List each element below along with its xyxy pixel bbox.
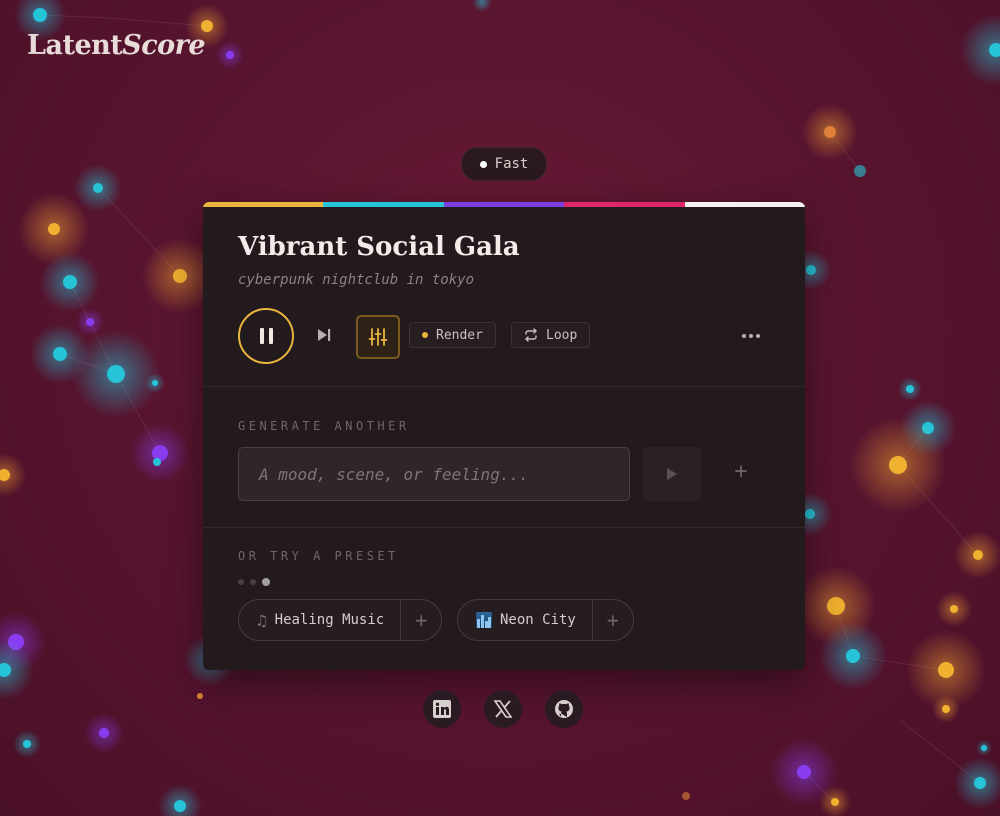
logo-text-score: Score [122,30,206,61]
preset-play-button[interactable]: Neon City [458,600,592,640]
pause-icon [259,328,273,344]
add-icon[interactable]: + [593,608,633,632]
loop-button[interactable]: Loop [511,322,591,348]
mode-toggle[interactable]: Fast [461,147,547,181]
preset-chip: ♫ Healing Music + [238,599,443,641]
pause-button[interactable] [238,308,294,364]
skip-next-icon[interactable] [314,325,334,345]
color-stripe [203,202,805,207]
x-icon [494,700,512,718]
divider [203,386,805,387]
stripe-segment [564,202,685,207]
preset-label: Healing Music [274,612,385,628]
play-icon [667,468,677,480]
preset-section-label: OR TRY A PRESET [238,549,399,563]
track-title: Vibrant Social Gala [238,232,520,262]
sliders-icon [368,328,388,346]
github-icon [555,700,573,718]
stripe-segment [684,202,805,207]
github-link[interactable] [545,690,583,728]
x-link[interactable] [484,690,522,728]
prompt-input[interactable]: A mood, scene, or feeling... [238,447,630,501]
preset-label: Neon City [500,612,576,628]
linkedin-icon [433,700,451,718]
preset-pagination[interactable] [238,578,270,586]
player-controls: Render Loop [238,308,770,364]
loop-icon [525,328,537,342]
social-links [423,690,583,728]
add-icon[interactable]: + [731,461,751,483]
preset-chip: Neon City + [457,599,634,641]
app-logo[interactable]: LatentScore [27,30,206,61]
generate-section-label: GENERATE ANOTHER [238,419,410,433]
page-dot-active[interactable] [262,578,270,586]
page-dot[interactable] [238,579,244,585]
page-dot[interactable] [250,579,256,585]
music-note-icon: ♫ [257,610,267,630]
city-skyline-icon [476,612,492,628]
mode-label: Fast [494,156,529,172]
add-icon[interactable]: + [401,608,441,632]
generate-button[interactable] [642,447,702,501]
preset-play-button[interactable]: ♫ Healing Music [239,600,400,640]
stripe-segment [203,202,324,207]
stripe-segment [443,202,565,207]
render-label: Render [436,327,483,343]
track-prompt: cyberpunk nightclub in tokyo [238,272,475,288]
logo-text-latent: Latent [27,30,123,61]
mixer-button[interactable] [356,315,400,359]
render-dot-icon [422,332,428,338]
linkedin-link[interactable] [423,690,461,728]
more-options-icon[interactable] [742,334,760,338]
loop-label: Loop [546,327,578,343]
mode-indicator-dot [479,160,487,168]
render-button[interactable]: Render [409,322,496,348]
stripe-segment [323,202,444,207]
prompt-placeholder: A mood, scene, or feeling... [259,464,529,484]
divider [203,527,805,528]
player-card: Vibrant Social Gala cyberpunk nightclub … [203,202,805,670]
